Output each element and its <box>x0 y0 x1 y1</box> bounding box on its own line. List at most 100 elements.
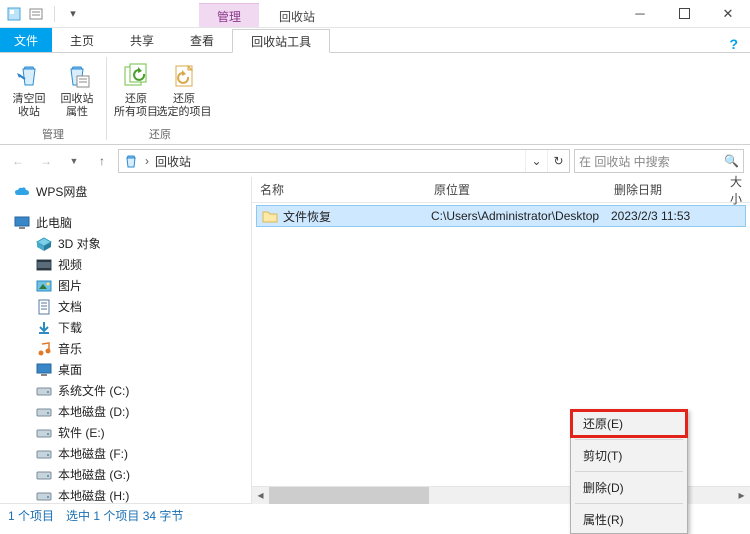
tree-label: 系统文件 (C:) <box>58 382 129 399</box>
content-pane: 名称 原位置 删除日期 大小 文件恢复 C:\Users\Administrat… <box>252 177 750 503</box>
file-name: 文件恢复 <box>283 208 431 225</box>
tree-label: 图片 <box>58 277 82 294</box>
refresh-icon[interactable]: ↻ <box>547 150 569 172</box>
scroll-left-icon[interactable]: ◂ <box>252 487 269 504</box>
contextual-tab-group: 管理 <box>199 3 259 27</box>
search-input[interactable]: 在 回收站 中搜索 🔍 <box>574 149 744 173</box>
ribbon: 清空回 收站 回收站 属性 管理 还原 所有项目 还原 选定的项目 还原 <box>0 53 750 145</box>
menu-separator <box>575 439 683 440</box>
tree-item[interactable]: 桌面 <box>0 359 251 380</box>
quick-access-toolbar: ▾ <box>0 6 87 22</box>
pictures-icon <box>36 278 52 294</box>
tab-home[interactable]: 主页 <box>52 28 112 52</box>
col-date[interactable]: 删除日期 <box>606 181 720 198</box>
empty-recycle-bin-button[interactable]: 清空回 收站 <box>6 57 52 121</box>
minimize-button[interactable]: ─ <box>618 0 662 28</box>
drive-icon <box>36 446 52 462</box>
file-date: 2023/2/3 11:53 <box>611 209 725 223</box>
navigation-pane[interactable]: WPS网盘 此电脑 3D 对象视频图片文档下载音乐桌面系统文件 (C:) 本地磁盘… <box>0 177 252 503</box>
status-selection: 选中 1 个项目 34 字节 <box>66 507 183 524</box>
chevron-right-icon[interactable]: › <box>143 154 151 168</box>
drive-icon <box>36 404 52 420</box>
menu-item-cut[interactable]: 剪切(T) <box>571 442 687 469</box>
nav-up-button[interactable]: ↑ <box>90 149 114 173</box>
col-size[interactable]: 大小 <box>720 173 750 207</box>
maximize-button[interactable] <box>662 0 706 28</box>
body-split: WPS网盘 此电脑 3D 对象视频图片文档下载音乐桌面系统文件 (C:) 本地磁盘… <box>0 177 750 503</box>
properties-icon[interactable] <box>28 6 44 22</box>
tree-item-this-pc[interactable]: 此电脑 <box>0 212 251 233</box>
scroll-thumb[interactable] <box>269 487 429 504</box>
breadcrumb-location[interactable]: 回收站 <box>151 153 195 170</box>
nav-back-button[interactable]: ← <box>6 149 30 173</box>
tree-label: 本地磁盘 (D:) <box>58 403 129 420</box>
app-icon <box>6 6 22 22</box>
col-name[interactable]: 名称 <box>252 181 426 198</box>
tree-item[interactable]: 视频 <box>0 254 251 275</box>
tab-recycle-tools[interactable]: 回收站工具 <box>232 29 330 53</box>
menu-item-delete[interactable]: 删除(D) <box>571 474 687 501</box>
tree-item[interactable]: 本地磁盘 (D:) <box>0 401 251 422</box>
tree-item[interactable]: 本地磁盘 (F:) <box>0 443 251 464</box>
col-location[interactable]: 原位置 <box>426 181 606 198</box>
desktop-icon <box>36 362 52 378</box>
search-placeholder: 在 回收站 中搜索 <box>579 153 670 170</box>
ribbon-tabs: 文件 主页 共享 查看 回收站工具 ? <box>0 28 750 53</box>
3d-icon <box>36 236 52 252</box>
tree-label: 音乐 <box>58 340 82 357</box>
tree-item-wps[interactable]: WPS网盘 <box>0 181 251 202</box>
file-list[interactable]: 文件恢复 C:\Users\Administrator\Desktop 2023… <box>252 203 750 486</box>
tab-file[interactable]: 文件 <box>0 28 52 52</box>
restore-all-button[interactable]: 还原 所有项目 <box>113 57 159 121</box>
tree-item[interactable]: 音乐 <box>0 338 251 359</box>
help-button[interactable]: ? <box>717 36 750 52</box>
drive-icon <box>36 467 52 483</box>
window-title: 回收站 <box>259 4 335 27</box>
close-button[interactable]: ✕ <box>706 0 750 28</box>
ribbon-group-manage: 清空回 收站 回收站 属性 管理 <box>0 53 106 144</box>
drive-icon <box>36 383 52 399</box>
status-item-count: 1 个项目 <box>8 507 54 524</box>
pc-icon <box>14 215 30 231</box>
tab-view[interactable]: 查看 <box>172 28 232 52</box>
column-headers[interactable]: 名称 原位置 删除日期 大小 <box>252 177 750 203</box>
ribbon-group-restore: 还原 所有项目 还原 选定的项目 还原 <box>107 53 213 144</box>
video-icon <box>36 257 52 273</box>
tree-label: 3D 对象 <box>58 235 101 252</box>
search-icon: 🔍 <box>724 154 739 168</box>
tree-label: 此电脑 <box>36 214 72 231</box>
nav-history-dropdown[interactable]: ▼ <box>62 149 86 173</box>
tree-item[interactable]: 图片 <box>0 275 251 296</box>
address-bar[interactable]: › 回收站 ⌄ ↻ <box>118 149 570 173</box>
file-location: C:\Users\Administrator\Desktop <box>431 209 611 223</box>
scroll-right-icon[interactable]: ▸ <box>733 487 750 504</box>
tree-item[interactable]: 本地磁盘 (G:) <box>0 464 251 485</box>
restore-all-icon <box>120 59 152 91</box>
recycle-bin-properties-button[interactable]: 回收站 属性 <box>54 57 100 121</box>
tree-label: 本地磁盘 (G:) <box>58 466 130 483</box>
tree-label: 下载 <box>58 319 82 336</box>
drive-icon <box>36 425 52 441</box>
address-dropdown-icon[interactable]: ⌄ <box>525 150 547 172</box>
tab-share[interactable]: 共享 <box>112 28 172 52</box>
qat-dropdown-icon[interactable]: ▾ <box>65 6 81 22</box>
music-icon <box>36 341 52 357</box>
tree-item[interactable]: 3D 对象 <box>0 233 251 254</box>
drive-icon <box>36 488 52 504</box>
menu-item-restore[interactable]: 还原(E) <box>571 410 687 437</box>
tree-item[interactable]: 软件 (E:) <box>0 422 251 443</box>
nav-forward-button[interactable]: → <box>34 149 58 173</box>
restore-selected-button[interactable]: 还原 选定的项目 <box>161 57 207 121</box>
tree-label: 本地磁盘 (F:) <box>58 445 128 462</box>
tree-item[interactable]: 文档 <box>0 296 251 317</box>
documents-icon <box>36 299 52 315</box>
cloud-icon <box>14 184 30 200</box>
tree-item[interactable]: 系统文件 (C:) <box>0 380 251 401</box>
list-item[interactable]: 文件恢复 C:\Users\Administrator\Desktop 2023… <box>256 205 746 227</box>
tree-label: 本地磁盘 (H:) <box>58 487 129 503</box>
restore-selected-icon <box>168 59 200 91</box>
tree-item[interactable]: 下载 <box>0 317 251 338</box>
tree-item[interactable]: 本地磁盘 (H:) <box>0 485 251 503</box>
context-menu: 还原(E) 剪切(T) 删除(D) 属性(R) <box>570 409 688 534</box>
folder-icon <box>261 207 279 225</box>
